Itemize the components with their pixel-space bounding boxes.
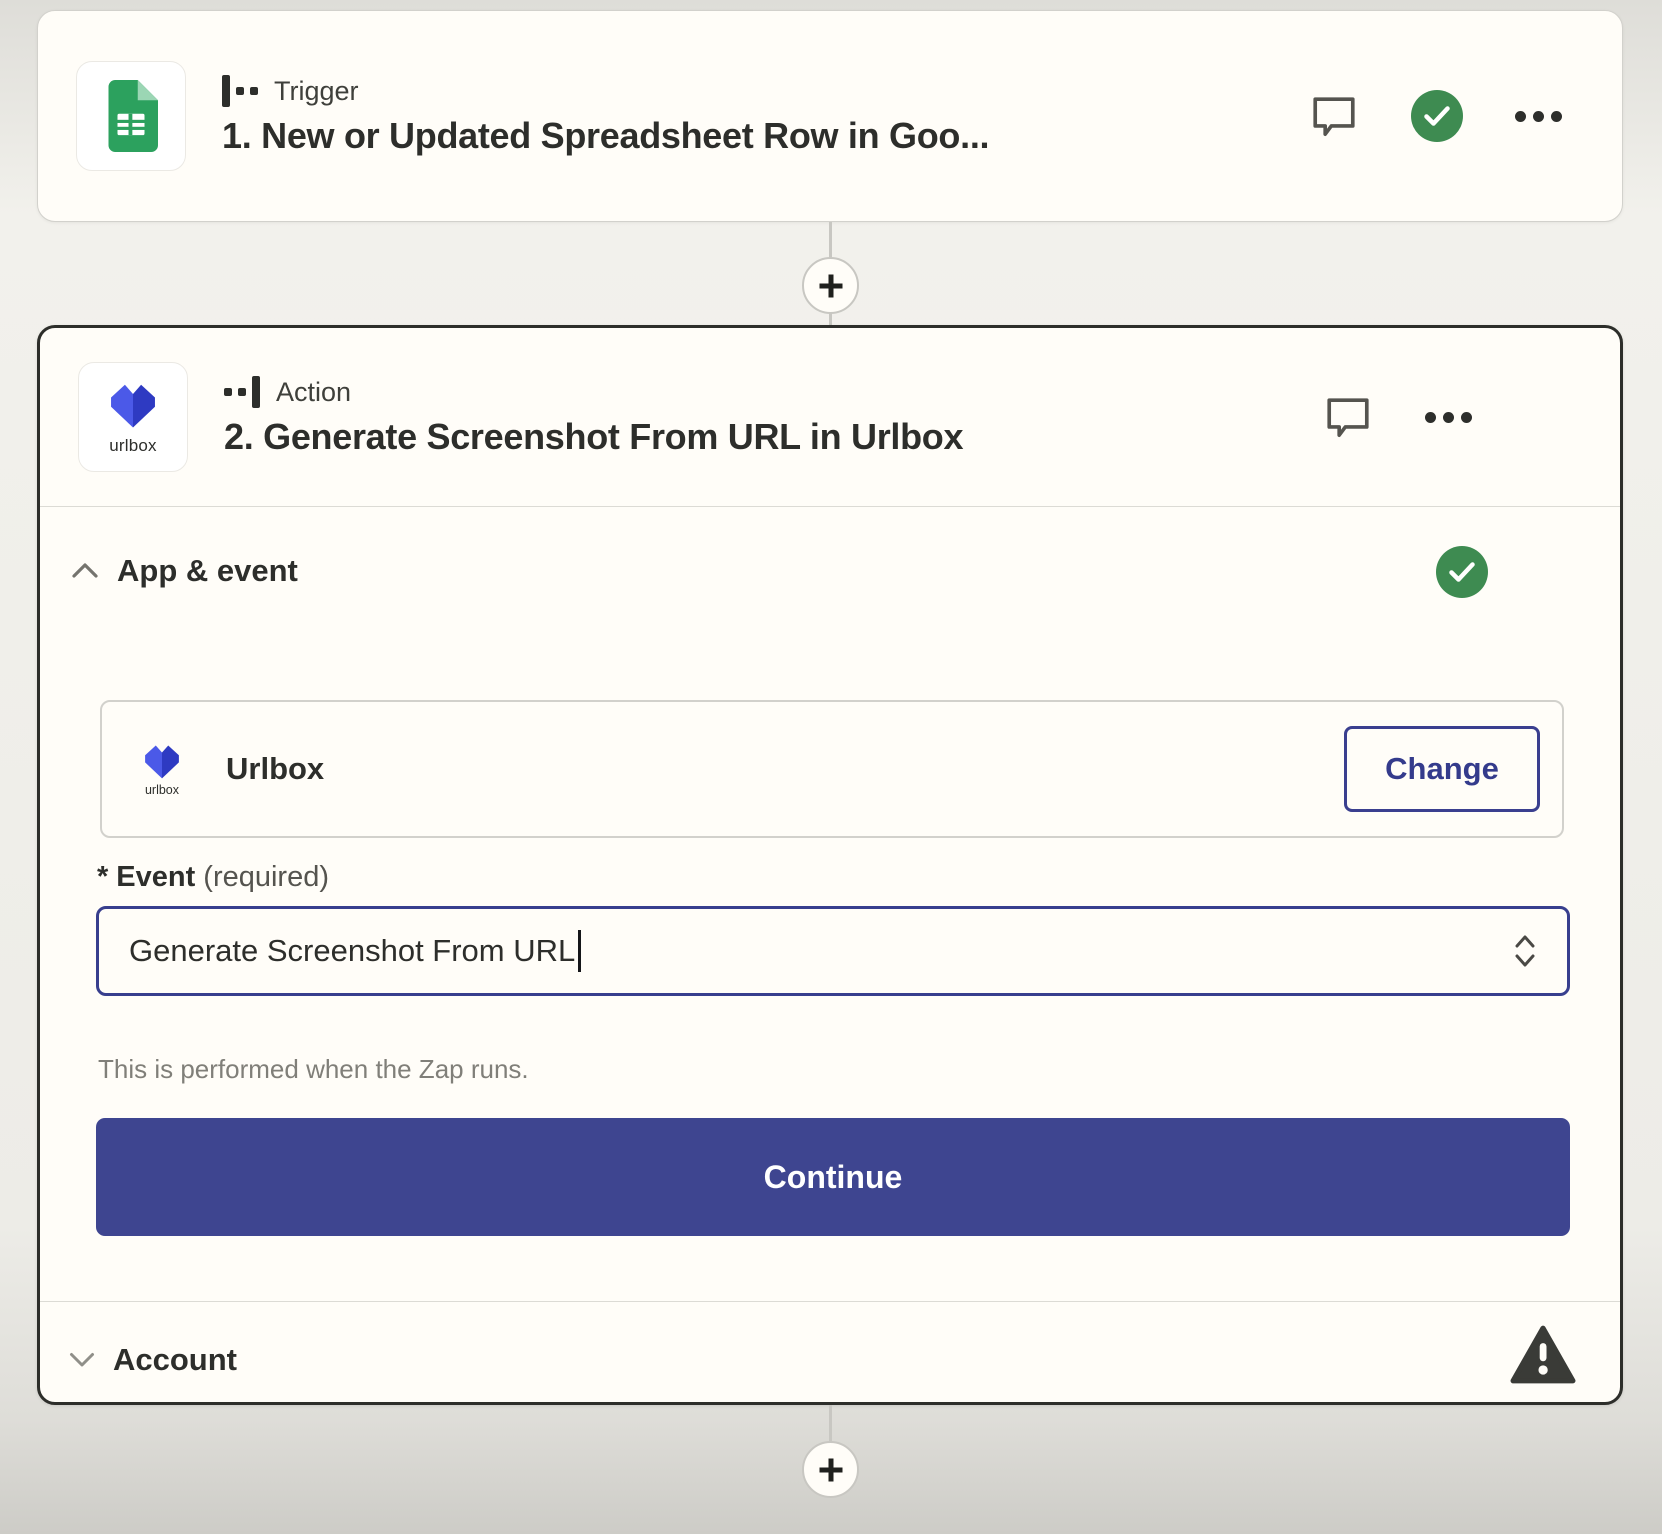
warning-icon bbox=[1510, 1325, 1576, 1390]
header-divider bbox=[40, 506, 1620, 507]
urlbox-icon-caption: urlbox bbox=[109, 436, 157, 456]
more-options-icon[interactable] bbox=[1425, 412, 1472, 423]
plus-icon bbox=[815, 1454, 847, 1486]
trigger-step-card[interactable]: Trigger 1. New or Updated Spreadsheet Ro… bbox=[37, 10, 1623, 222]
add-step-button[interactable] bbox=[802, 1441, 859, 1498]
trigger-step-title: 1. New or Updated Spreadsheet Row in Goo… bbox=[222, 115, 1273, 157]
account-divider bbox=[40, 1301, 1620, 1302]
app-event-section-header[interactable]: App & event bbox=[68, 543, 298, 599]
urlbox-icon: urlbox bbox=[132, 741, 192, 797]
section-complete-check-icon bbox=[1436, 546, 1488, 598]
required-mark: * bbox=[97, 861, 108, 893]
trigger-step-meta: Trigger 1. New or Updated Spreadsheet Ro… bbox=[222, 75, 1273, 157]
step-complete-check-icon bbox=[1411, 90, 1463, 142]
trigger-type-label: Trigger bbox=[274, 76, 359, 107]
add-step-button[interactable] bbox=[802, 257, 859, 314]
action-step-title: 2. Generate Screenshot From URL in Urlbo… bbox=[224, 416, 1287, 458]
trigger-type-icon bbox=[222, 75, 258, 107]
event-field-label: *Event(required) bbox=[97, 861, 329, 894]
action-type-label: Action bbox=[276, 377, 351, 408]
account-section-header[interactable]: Account bbox=[68, 1328, 237, 1392]
urlbox-icon-caption: urlbox bbox=[145, 783, 179, 797]
event-label-text: Event bbox=[116, 861, 195, 893]
plus-icon bbox=[815, 270, 847, 302]
zap-editor-canvas: Trigger 1. New or Updated Spreadsheet Ro… bbox=[0, 0, 1662, 1534]
comment-icon[interactable] bbox=[1323, 394, 1373, 440]
comment-icon[interactable] bbox=[1309, 93, 1359, 139]
action-step-meta: Action 2. Generate Screenshot From URL i… bbox=[224, 376, 1287, 458]
more-options-icon[interactable] bbox=[1515, 111, 1562, 122]
action-step-card[interactable]: urlbox Action 2. Generate Screenshot Fro… bbox=[37, 325, 1623, 1405]
action-type-icon bbox=[224, 376, 260, 408]
change-app-button[interactable]: Change bbox=[1344, 726, 1540, 812]
app-event-section-title: App & event bbox=[117, 553, 298, 589]
selected-app-box: urlbox Urlbox Change bbox=[100, 700, 1564, 838]
account-section-title: Account bbox=[113, 1342, 237, 1378]
event-helper-text: This is performed when the Zap runs. bbox=[98, 1054, 529, 1085]
required-note: (required) bbox=[203, 861, 329, 893]
chevron-down-icon bbox=[68, 1351, 96, 1369]
text-cursor bbox=[578, 930, 581, 972]
select-updown-icon bbox=[1513, 932, 1537, 970]
continue-button[interactable]: Continue bbox=[96, 1118, 1570, 1236]
chevron-up-icon bbox=[68, 559, 102, 583]
google-sheets-icon bbox=[76, 61, 186, 171]
event-select-value: Generate Screenshot From URL bbox=[129, 933, 575, 969]
selected-app-name: Urlbox bbox=[226, 751, 324, 787]
event-select[interactable]: Generate Screenshot From URL bbox=[96, 906, 1570, 996]
urlbox-icon: urlbox bbox=[78, 362, 188, 472]
